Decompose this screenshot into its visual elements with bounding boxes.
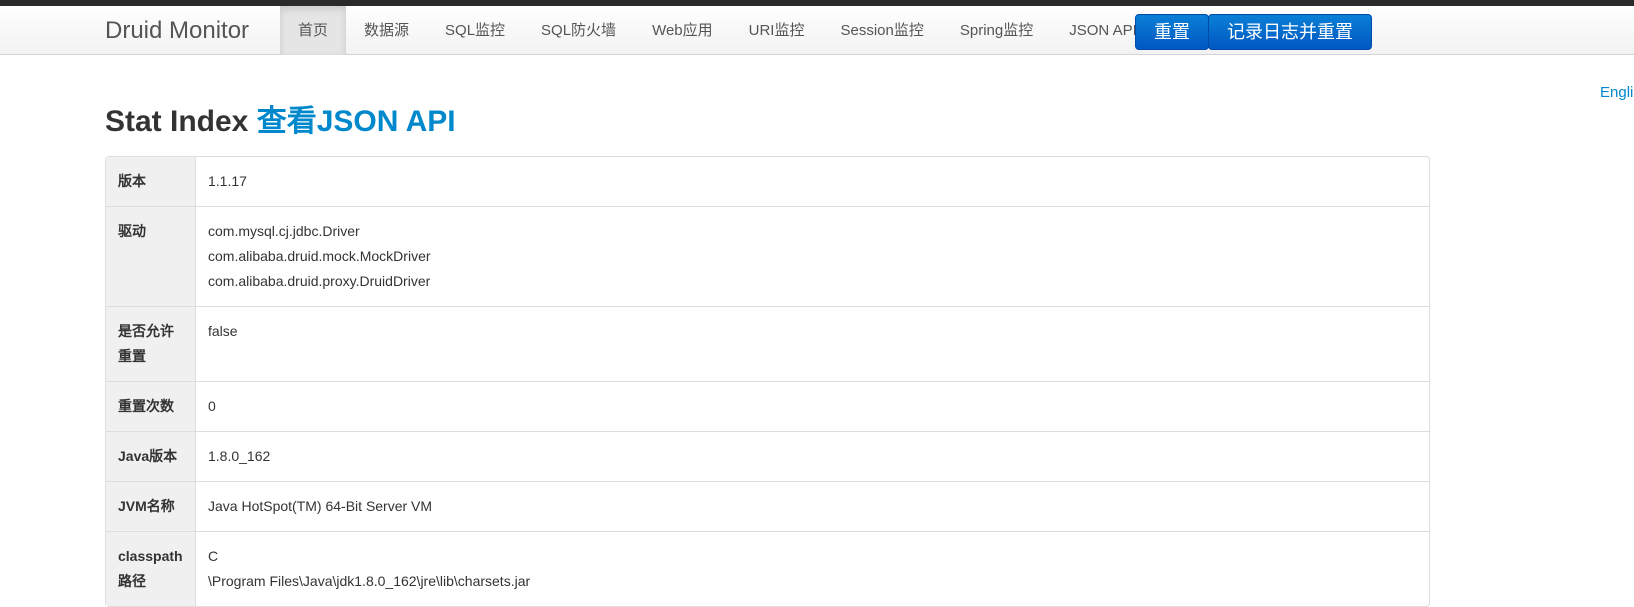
value-line: 1.8.0_162 bbox=[208, 448, 271, 464]
nav-item-datasource[interactable]: 数据源 bbox=[346, 6, 427, 55]
nav-item-session[interactable]: Session监控 bbox=[822, 6, 941, 55]
value-line: false bbox=[208, 323, 238, 339]
page-title-text: Stat Index bbox=[105, 105, 249, 138]
page-title: Stat Index 查看JSON API bbox=[105, 96, 456, 140]
nav-item-home[interactable]: 首页 bbox=[280, 6, 347, 55]
value-line: 1.1.17 bbox=[208, 173, 247, 189]
nav-item-sql[interactable]: SQL监控 bbox=[427, 6, 523, 55]
row-label-reset-enable: 是否允许重置 bbox=[106, 306, 196, 381]
row-label-driver: 驱动 bbox=[106, 206, 196, 306]
stat-table: 版本 1.1.17 驱动 com.mysql.cj.jdbc.Driver co… bbox=[105, 156, 1430, 607]
row-value-reset-count: 0 bbox=[196, 381, 1429, 431]
table-row: classpath路径 C \Program Files\Java\jdk1.8… bbox=[106, 531, 1429, 606]
row-value-version: 1.1.17 bbox=[196, 157, 1429, 206]
nav-item-webapp[interactable]: Web应用 bbox=[634, 6, 731, 55]
value-line: 0 bbox=[208, 398, 216, 414]
value-line: Java HotSpot(TM) 64-Bit Server VM bbox=[208, 498, 433, 514]
row-label-version: 版本 bbox=[106, 157, 196, 206]
log-and-reset-button[interactable]: 记录日志并重置 bbox=[1208, 14, 1372, 50]
table-row: 是否允许重置 false bbox=[106, 306, 1429, 381]
view-json-api-link[interactable]: 查看JSON API bbox=[257, 105, 456, 138]
value-line: \Program Files\Java\jdk1.8.0_162\jre\lib… bbox=[208, 573, 531, 589]
row-label-jvm-name: JVM名称 bbox=[106, 481, 196, 531]
table-row: 重置次数 0 bbox=[106, 381, 1429, 431]
row-value-driver: com.mysql.cj.jdbc.Driver com.alibaba.dru… bbox=[196, 206, 1429, 306]
value-line: C bbox=[208, 548, 219, 564]
value-line: com.alibaba.druid.proxy.DruidDriver bbox=[208, 273, 431, 289]
row-label-classpath: classpath路径 bbox=[106, 531, 196, 606]
value-line: com.alibaba.druid.mock.MockDriver bbox=[208, 248, 431, 264]
nav-menu: 首页 数据源 SQL监控 SQL防火墙 Web应用 URI监控 Session监… bbox=[280, 6, 1155, 55]
nav-item-wall[interactable]: SQL防火墙 bbox=[523, 6, 634, 55]
table-row: JVM名称 Java HotSpot(TM) 64-Bit Server VM bbox=[106, 481, 1429, 531]
row-value-java-version: 1.8.0_162 bbox=[196, 431, 1429, 481]
row-label-java-version: Java版本 bbox=[106, 431, 196, 481]
table-row: 版本 1.1.17 bbox=[106, 157, 1429, 206]
value-line: com.mysql.cj.jdbc.Driver bbox=[208, 223, 360, 239]
row-value-jvm-name: Java HotSpot(TM) 64-Bit Server VM bbox=[196, 481, 1429, 531]
row-label-reset-count: 重置次数 bbox=[106, 381, 196, 431]
row-value-classpath: C \Program Files\Java\jdk1.8.0_162\jre\l… bbox=[196, 531, 1429, 606]
brand-logo[interactable]: Druid Monitor bbox=[105, 6, 249, 55]
nav-item-spring[interactable]: Spring监控 bbox=[942, 6, 1051, 55]
language-switch-link[interactable]: Engli bbox=[1600, 84, 1633, 101]
nav-item-uri[interactable]: URI监控 bbox=[731, 6, 823, 55]
table-row: Java版本 1.8.0_162 bbox=[106, 431, 1429, 481]
row-value-reset-enable: false bbox=[196, 306, 1429, 381]
reset-button[interactable]: 重置 bbox=[1135, 14, 1209, 50]
navbar: Druid Monitor 首页 数据源 SQL监控 SQL防火墙 Web应用 … bbox=[0, 6, 1634, 55]
table-row: 驱动 com.mysql.cj.jdbc.Driver com.alibaba.… bbox=[106, 206, 1429, 306]
